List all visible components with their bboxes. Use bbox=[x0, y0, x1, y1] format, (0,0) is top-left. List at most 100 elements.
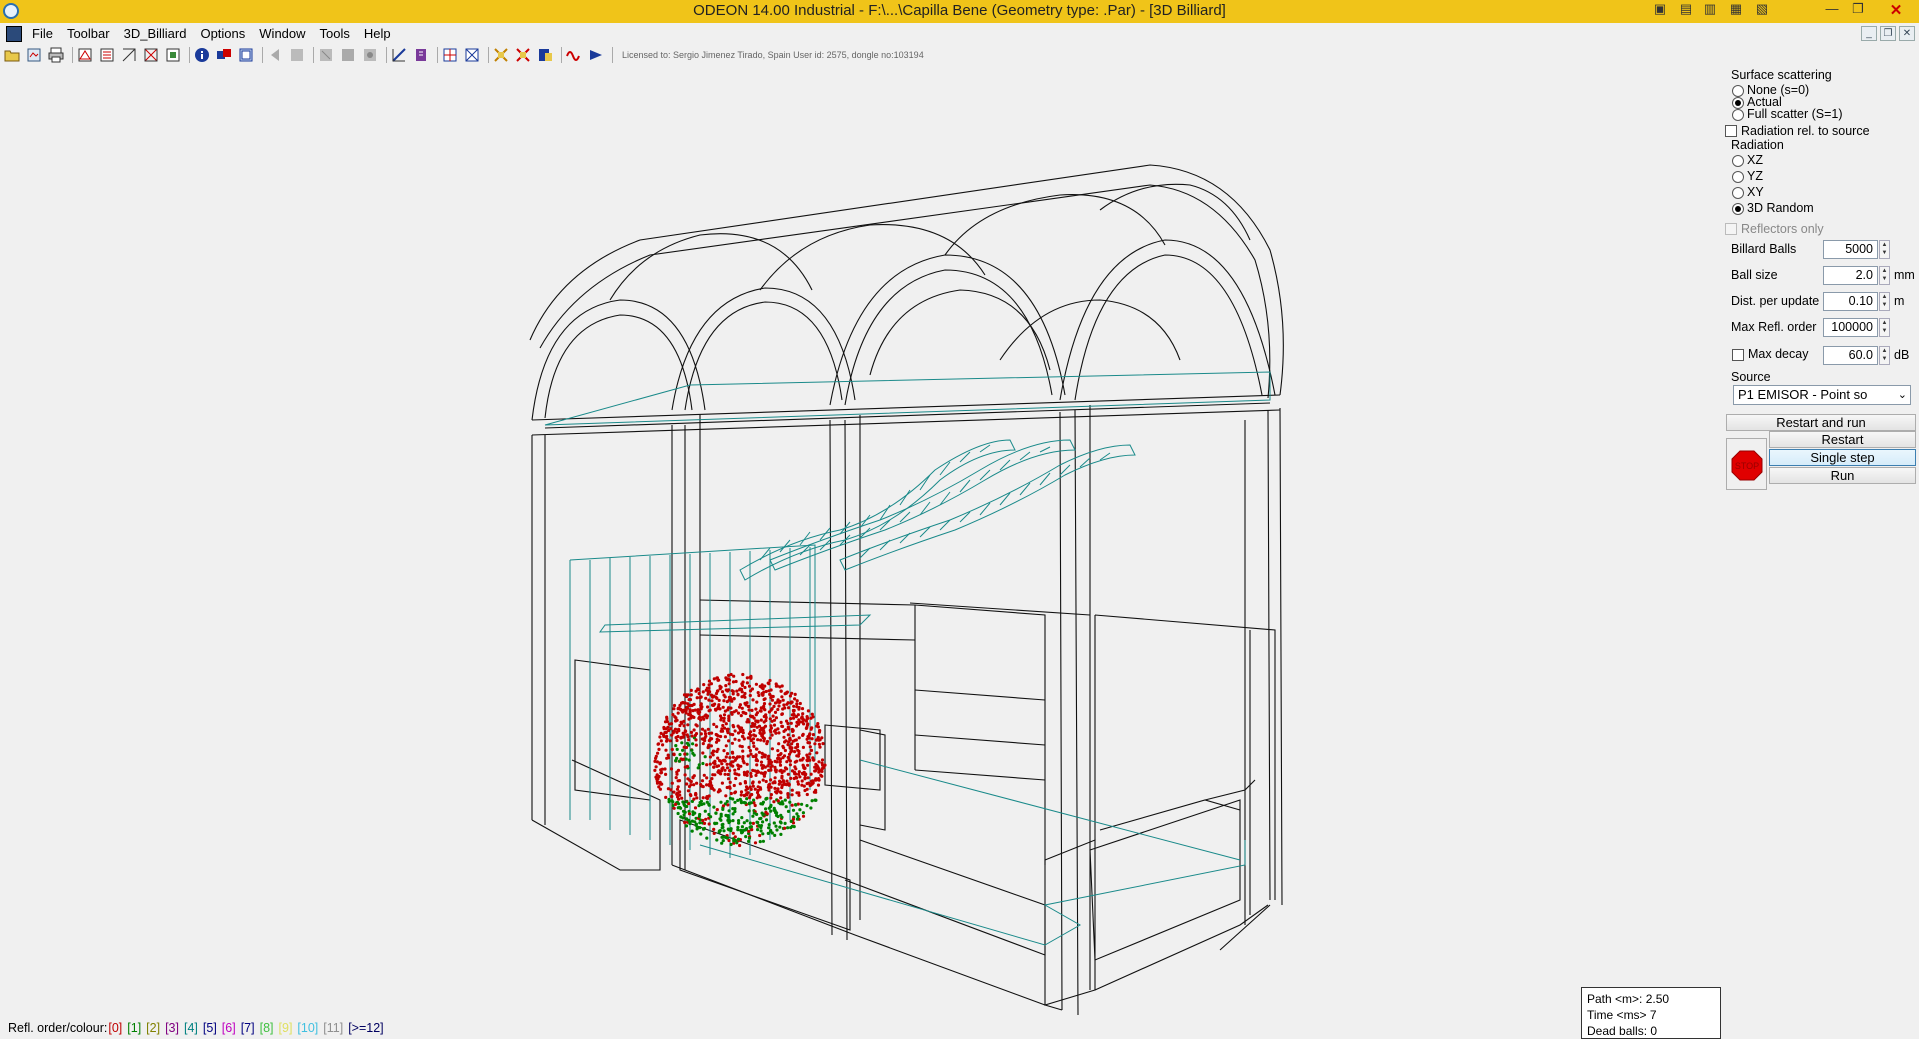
menu-file[interactable]: File bbox=[32, 26, 53, 41]
reflectors-only-checkbox[interactable] bbox=[1725, 223, 1737, 235]
legend-item-1: [1] bbox=[127, 1021, 142, 1035]
max-refl-order-input[interactable]: 100000 bbox=[1823, 318, 1878, 337]
menu-3d-billiard[interactable]: 3D_Billiard bbox=[124, 26, 187, 41]
radiation-rel-checkbox[interactable] bbox=[1725, 125, 1737, 137]
room-setup-icon[interactable] bbox=[237, 47, 255, 64]
sound-ball bbox=[747, 836, 752, 840]
dist-per-update-input[interactable]: 0.10 bbox=[1823, 292, 1878, 311]
close-icon[interactable]: ✕ bbox=[1887, 1, 1905, 19]
sound-ball bbox=[681, 731, 685, 735]
restart-and-run-button[interactable]: Restart and run bbox=[1726, 414, 1916, 431]
grid-map-icon[interactable] bbox=[463, 47, 481, 64]
window-title: ODEON 14.00 Industrial - F:\...\Capilla … bbox=[693, 2, 1226, 19]
stop-icon[interactable]: STOP bbox=[1727, 439, 1768, 491]
auralisation-icon[interactable] bbox=[492, 47, 510, 64]
back-disabled-icon[interactable] bbox=[266, 47, 284, 64]
sound-ball bbox=[745, 676, 749, 680]
scatter-actual-radio[interactable] bbox=[1732, 97, 1744, 109]
3d-edit-icon[interactable] bbox=[98, 47, 116, 64]
open-project-icon[interactable] bbox=[25, 47, 43, 64]
billiard-balls-input[interactable]: 5000 bbox=[1823, 240, 1878, 259]
sound-ball bbox=[703, 732, 708, 736]
calc-disabled-icon[interactable] bbox=[317, 47, 335, 64]
sound-ball bbox=[678, 723, 682, 728]
radiation-xz-label: XZ bbox=[1747, 153, 1763, 167]
3d-billiard-icon[interactable] bbox=[164, 47, 182, 64]
billiard-balls-spinner[interactable]: ▲ ▼ bbox=[1879, 240, 1890, 259]
menu-options[interactable]: Options bbox=[200, 26, 245, 41]
cascade-icon[interactable]: ▤ bbox=[1677, 1, 1695, 17]
wave-convolve-icon[interactable] bbox=[514, 47, 532, 64]
sound-ball bbox=[785, 690, 790, 694]
sound-ball bbox=[790, 769, 795, 773]
source-select[interactable]: P1 EMISOR - Point so ⌄ bbox=[1733, 385, 1911, 405]
column-4 bbox=[1059, 405, 1091, 1016]
multi-disabled-icon[interactable] bbox=[361, 47, 379, 64]
dist-per-update-spinner[interactable]: ▲ ▼ bbox=[1879, 292, 1890, 311]
play-wave-icon[interactable] bbox=[536, 47, 554, 64]
sound-ball bbox=[702, 683, 706, 687]
sound-ball bbox=[774, 716, 779, 720]
time-readout: Time <ms> 7 bbox=[1587, 1008, 1657, 1022]
grid-response-icon[interactable] bbox=[441, 47, 459, 64]
roof-outline bbox=[529, 164, 1284, 396]
job-disabled-icon[interactable] bbox=[339, 47, 357, 64]
sound-ball bbox=[761, 832, 765, 836]
layout-alt-icon[interactable]: ▧ bbox=[1753, 1, 1771, 17]
sound-ball bbox=[779, 720, 783, 725]
materials-icon[interactable] bbox=[215, 47, 233, 64]
receiver-icon[interactable] bbox=[412, 47, 430, 64]
max-decay-unit: dB bbox=[1894, 348, 1910, 362]
sound-ball bbox=[700, 705, 704, 709]
radiation-3d-random-radio[interactable] bbox=[1732, 203, 1744, 215]
sound-ball bbox=[749, 738, 753, 743]
menu-help[interactable]: Help bbox=[364, 26, 391, 41]
sound-ball bbox=[685, 741, 690, 745]
scatter-full-radio[interactable] bbox=[1732, 109, 1744, 121]
print-icon[interactable] bbox=[47, 47, 65, 64]
document-icon[interactable] bbox=[6, 25, 22, 42]
ball-size-input[interactable]: 2.0 bbox=[1823, 266, 1878, 285]
sound-ball bbox=[781, 779, 786, 783]
run-button[interactable]: Run bbox=[1769, 467, 1916, 484]
sound-ball bbox=[685, 804, 689, 809]
tile-icon[interactable]: ▣ bbox=[1651, 1, 1669, 17]
menu-toolbar[interactable]: Toolbar bbox=[67, 26, 110, 41]
mdi-minimize-icon[interactable]: _ bbox=[1861, 26, 1877, 41]
ball-size-spinner[interactable]: ▲ ▼ bbox=[1879, 266, 1890, 285]
menu-tools[interactable]: Tools bbox=[320, 26, 350, 41]
max-decay-checkbox[interactable] bbox=[1732, 349, 1744, 361]
arrow-run-icon[interactable] bbox=[587, 47, 605, 64]
panel-mid-2 bbox=[914, 689, 1046, 781]
open-folder-icon[interactable] bbox=[3, 47, 21, 64]
mdi-restore-icon[interactable]: ❐ bbox=[1880, 26, 1896, 41]
radiation-yz-radio[interactable] bbox=[1732, 171, 1744, 183]
arrange-icon[interactable]: ▥ bbox=[1701, 1, 1719, 17]
info-icon[interactable] bbox=[193, 47, 211, 64]
radiation-xz-radio[interactable] bbox=[1732, 155, 1744, 167]
max-decay-spinner[interactable]: ▲ ▼ bbox=[1879, 346, 1890, 365]
3d-view-icon[interactable] bbox=[76, 47, 94, 64]
max-refl-order-spinner[interactable]: ▲ ▼ bbox=[1879, 318, 1890, 337]
scatter-none-radio[interactable] bbox=[1732, 85, 1744, 97]
radiation-3d-random-label: 3D Random bbox=[1747, 201, 1814, 215]
menu-window[interactable]: Window bbox=[259, 26, 305, 41]
arch-1 bbox=[531, 299, 706, 421]
minimize-icon[interactable]: — bbox=[1823, 1, 1841, 16]
grid-disabled-icon[interactable] bbox=[288, 47, 306, 64]
radiation-xy-radio[interactable] bbox=[1732, 187, 1744, 199]
sound-ball bbox=[719, 734, 723, 739]
signal-icon[interactable] bbox=[565, 47, 583, 64]
max-decay-input[interactable]: 60.0 bbox=[1823, 346, 1878, 365]
mdi-close-icon[interactable]: ✕ bbox=[1899, 26, 1915, 41]
measure-icon[interactable] bbox=[390, 47, 408, 64]
restart-button[interactable]: Restart bbox=[1769, 431, 1916, 448]
single-step-button[interactable]: Single step bbox=[1769, 449, 1916, 466]
3d-investigate-icon[interactable] bbox=[142, 47, 160, 64]
restore-icon[interactable]: ❐ bbox=[1849, 1, 1867, 17]
3d-grid-icon[interactable] bbox=[120, 47, 138, 64]
sound-ball bbox=[656, 777, 660, 781]
sound-ball bbox=[689, 730, 694, 735]
layout-icon[interactable]: ▦ bbox=[1727, 1, 1745, 17]
3d-billiard-viewport[interactable] bbox=[0, 66, 1720, 1036]
